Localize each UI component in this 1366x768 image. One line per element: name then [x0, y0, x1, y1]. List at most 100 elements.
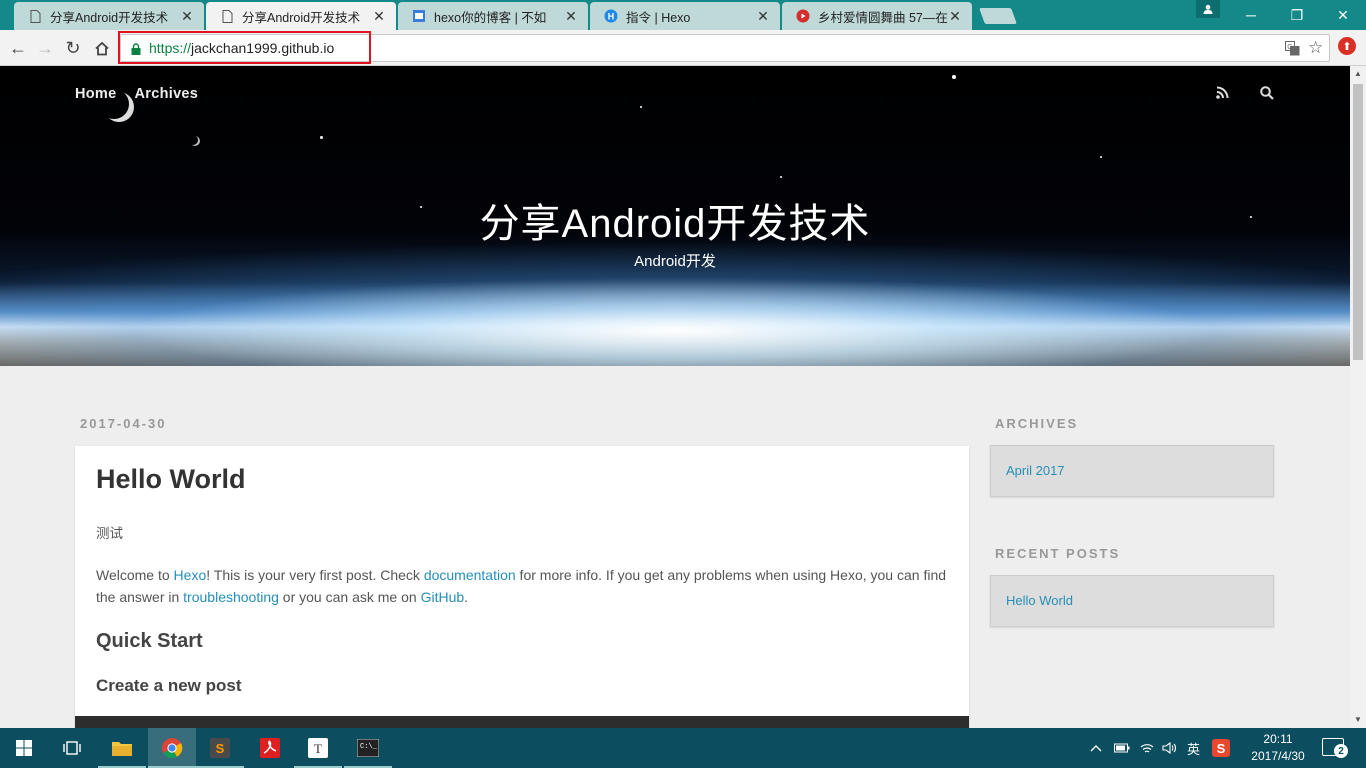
- video-icon: [796, 9, 810, 23]
- windows-start-icon[interactable]: [0, 728, 48, 768]
- create-post-heading: Create a new post: [96, 676, 242, 695]
- site-subtitle: Android开发: [634, 253, 716, 270]
- quick-start-heading: Quick Start: [96, 630, 203, 652]
- star-dot: [320, 136, 323, 139]
- code-block: [75, 716, 969, 728]
- post-intro: 测试: [96, 526, 123, 541]
- close-window-icon[interactable]: ✕: [1320, 0, 1366, 30]
- archives-widget-title: ARCHIVES: [995, 416, 1079, 431]
- tab-title: 乡村爱情圆舞曲 57—在线: [818, 10, 948, 25]
- bookmark-star-icon[interactable]: ☆: [1308, 38, 1323, 58]
- sogou-ime-icon[interactable]: S: [1212, 728, 1230, 768]
- archive-link-april-2017[interactable]: April 2017: [1006, 463, 1065, 478]
- recent-posts-widget-title: RECENT POSTS: [995, 546, 1121, 561]
- close-tab-icon[interactable]: ✕: [756, 8, 770, 25]
- scroll-up-arrow-icon[interactable]: ▲: [1350, 66, 1366, 82]
- restore-icon[interactable]: ❐: [1274, 0, 1320, 30]
- post-article: Hello World 测试 Welcome to Hexo! This is …: [75, 446, 969, 728]
- input-method-indicator[interactable]: 英: [1187, 728, 1200, 768]
- extension-icon[interactable]: ⬆: [1338, 37, 1356, 55]
- svg-text:T: T: [314, 741, 322, 756]
- scrollbar-thumb[interactable]: [1353, 84, 1363, 360]
- browser-tab[interactable]: 分享Android开发技术 ✕: [14, 2, 204, 30]
- troubleshooting-link[interactable]: troubleshooting: [183, 589, 279, 605]
- browser-tab[interactable]: 乡村爱情圆舞曲 57—在线 ✕: [782, 2, 972, 30]
- notification-count-badge: 2: [1334, 744, 1348, 758]
- hexo-icon: H: [604, 9, 618, 23]
- rss-icon[interactable]: [1216, 86, 1229, 102]
- scroll-down-arrow-icon[interactable]: ▼: [1350, 712, 1366, 728]
- page-scrollbar[interactable]: ▲ ▼: [1350, 66, 1366, 728]
- page-icon: [220, 9, 234, 23]
- task-view-icon[interactable]: [48, 728, 96, 768]
- nav-archives-link[interactable]: Archives: [135, 86, 199, 102]
- star-dot: [952, 75, 956, 79]
- clock-date: 2017/4/30: [1251, 749, 1305, 763]
- minimize-icon[interactable]: ─: [1228, 0, 1274, 30]
- close-tab-icon[interactable]: ✕: [948, 8, 962, 25]
- baidu-icon: [412, 9, 426, 23]
- url-highlight-box: [118, 31, 371, 64]
- reload-icon[interactable]: ↻: [60, 35, 86, 61]
- profile-icon[interactable]: [1196, 0, 1220, 18]
- volume-icon[interactable]: [1162, 728, 1178, 768]
- home-icon[interactable]: [89, 35, 115, 61]
- typora-icon[interactable]: T: [294, 728, 342, 768]
- close-tab-icon[interactable]: ✕: [180, 8, 194, 25]
- close-tab-icon[interactable]: ✕: [372, 8, 386, 25]
- star-dot: [1100, 156, 1102, 158]
- page-icon: [28, 9, 42, 23]
- hexo-link[interactable]: Hexo: [174, 567, 207, 583]
- site-title[interactable]: 分享Android开发技术: [0, 191, 1350, 249]
- svg-text:S: S: [216, 741, 225, 756]
- svg-text:G: G: [1287, 44, 1292, 51]
- recent-posts-widget: Hello World: [990, 575, 1274, 627]
- battery-icon[interactable]: [1114, 728, 1130, 768]
- github-link[interactable]: GitHub: [421, 589, 465, 605]
- wifi-icon[interactable]: [1140, 728, 1154, 768]
- system-clock[interactable]: 20:11 2017/4/30: [1238, 731, 1318, 765]
- browser-tabstrip: 分享Android开发技术 ✕ 分享Android开发技术 ✕ hexo你的博客…: [0, 0, 1366, 30]
- svg-text:C:\_: C:\_: [360, 743, 378, 751]
- text-span: Welcome to: [96, 567, 174, 583]
- tab-title: hexo你的博客 | 不如: [434, 10, 547, 25]
- text-span: ! This is your very first post. Check: [206, 567, 424, 583]
- pdf-reader-icon[interactable]: [246, 728, 294, 768]
- site-nav: Home Archives: [75, 86, 198, 102]
- browser-tab[interactable]: hexo你的博客 | 不如 ✕: [398, 2, 588, 30]
- windows-taskbar: S T C:\_ 英 S 20:11 2017/4/30 2: [0, 728, 1366, 768]
- tab-title: 分享Android开发技术: [242, 10, 361, 25]
- show-hidden-icons-icon[interactable]: [1090, 728, 1102, 768]
- small-moon-image: [190, 136, 200, 146]
- tab-title: 分享Android开发技术: [50, 10, 169, 25]
- text-span: .: [464, 589, 469, 605]
- clock-time: 20:11: [1263, 732, 1293, 746]
- tab-title: 指令 | Hexo: [626, 10, 691, 25]
- browser-tab-active[interactable]: 分享Android开发技术 ✕: [206, 2, 396, 30]
- web-page: Home Archives 分享Android开发技术 Android开发 20…: [0, 66, 1350, 728]
- file-explorer-icon[interactable]: [98, 728, 146, 768]
- svg-text:H: H: [608, 12, 615, 22]
- sublime-text-icon[interactable]: S: [196, 728, 244, 768]
- translate-icon[interactable]: G: [1285, 41, 1300, 59]
- close-tab-icon[interactable]: ✕: [564, 8, 578, 25]
- new-tab-button[interactable]: [979, 8, 1017, 24]
- browser-tab[interactable]: H 指令 | Hexo ✕: [590, 2, 780, 30]
- chrome-icon[interactable]: [148, 728, 196, 768]
- command-prompt-icon[interactable]: C:\_: [344, 728, 392, 768]
- star-dot: [640, 106, 642, 108]
- back-icon[interactable]: ←: [5, 35, 31, 61]
- archives-widget: April 2017: [990, 445, 1274, 497]
- forward-icon[interactable]: →: [32, 35, 58, 61]
- svg-text:S: S: [1217, 741, 1226, 756]
- search-icon[interactable]: [1260, 86, 1274, 103]
- text-span: or you can ask me on: [278, 589, 421, 605]
- post-welcome-paragraph: Welcome to Hexo! This is your very first…: [96, 564, 946, 608]
- header-banner: Home Archives 分享Android开发技术 Android开发: [0, 66, 1350, 366]
- recent-post-link[interactable]: Hello World: [1006, 593, 1073, 608]
- post-date[interactable]: 2017-04-30: [80, 416, 167, 431]
- post-title[interactable]: Hello World: [96, 464, 246, 495]
- star-dot: [780, 176, 782, 178]
- documentation-link[interactable]: documentation: [424, 567, 516, 583]
- nav-home-link[interactable]: Home: [75, 86, 117, 102]
